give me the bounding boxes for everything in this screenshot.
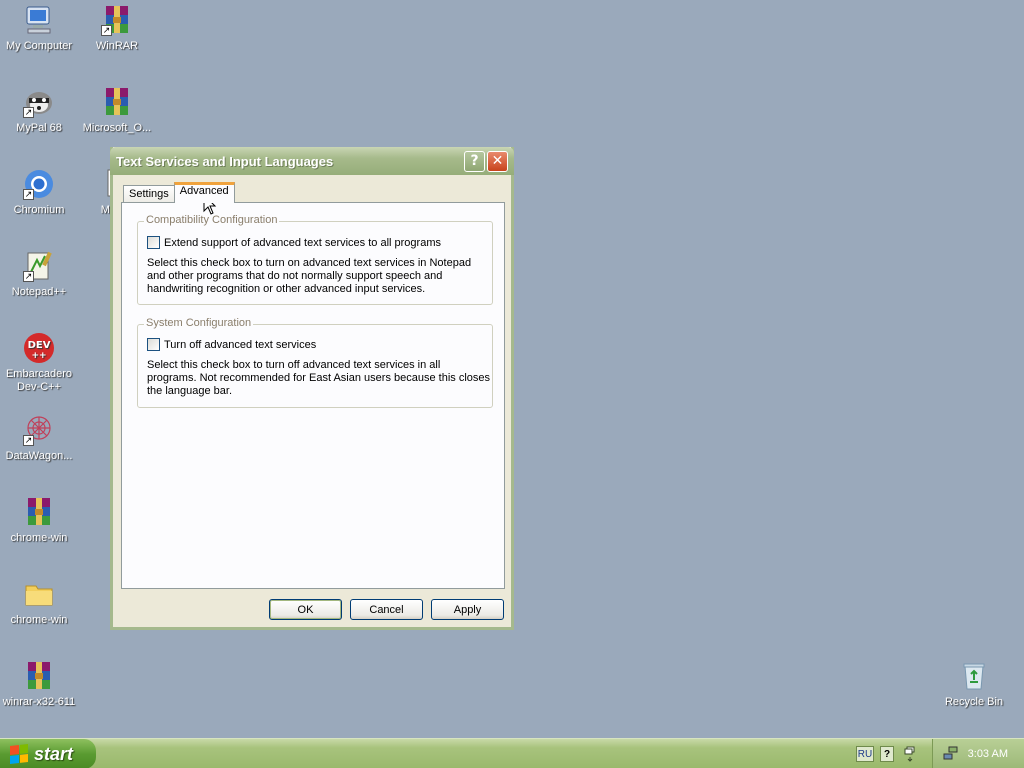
desktop-icon-mypal[interactable]: ↗ MyPal 68 (0, 86, 78, 135)
tab-settings[interactable]: Settings (123, 185, 175, 203)
turn-off-checkbox-row[interactable]: Turn off advanced text services (147, 338, 316, 351)
extend-support-checkbox-row[interactable]: Extend support of advanced text services… (147, 236, 441, 249)
desktop-icon-label: Microsoft_O... (82, 122, 152, 134)
desktop-icon-label: chrome-win (10, 614, 68, 626)
desktop-icon-label: Embarcadero Dev-C++ (5, 368, 73, 393)
mypal-icon: ↗ (23, 86, 55, 118)
shortcut-arrow-icon: ↗ (23, 107, 34, 118)
tab-strip: Settings Advanced (123, 182, 235, 203)
shortcut-arrow-icon: ↗ (101, 25, 112, 36)
dialog-title: Text Services and Input Languages (116, 153, 334, 169)
system-groupbox: System Configuration Turn off advanced t… (137, 317, 493, 408)
computer-icon (23, 4, 55, 36)
desktop-icon-recycle-bin[interactable]: Recycle Bin (935, 660, 1013, 709)
desktop-icon-label: winrar-x32-611 (2, 696, 76, 708)
start-label: start (34, 743, 74, 764)
desktop-icon-label: Recycle Bin (944, 696, 1004, 708)
system-legend: System Configuration (144, 317, 254, 329)
compatibility-groupbox: Compatibility Configuration Extend suppo… (137, 214, 493, 305)
language-bar-help-icon[interactable]: ? (880, 746, 894, 762)
desktop-icon-label: DataWagon... (5, 450, 73, 462)
taskbar: start RU ? 3:03 AM (0, 738, 1024, 768)
desktop-icon-chrome-win-folder[interactable]: chrome-win (0, 578, 78, 627)
shortcut-arrow-icon: ↗ (23, 189, 34, 200)
advanced-tab-panel: Compatibility Configuration Extend suppo… (121, 202, 505, 589)
turn-off-label[interactable]: Turn off advanced text services (164, 339, 316, 351)
desktop-icon-my-computer[interactable]: My Computer (0, 4, 78, 53)
folder-icon (23, 578, 55, 610)
devcpp-icon: DEV ++ (23, 332, 55, 364)
desktop-icon-label: MyPal 68 (16, 122, 62, 134)
datawagon-icon: ↗ (23, 414, 55, 446)
shortcut-arrow-icon: ↗ (23, 435, 34, 446)
extend-support-label[interactable]: Extend support of advanced text services… (164, 237, 441, 249)
help-button[interactable]: ? (464, 150, 485, 172)
desktop-icon-winrar[interactable]: ↗ WinRAR (78, 4, 156, 53)
clock[interactable]: 3:03 AM (968, 748, 1008, 760)
dev-icon-text: DEV (28, 340, 51, 351)
winrar-icon (101, 86, 133, 118)
notepadpp-icon: ↗ (23, 250, 55, 282)
desktop-icon-notepadpp[interactable]: ↗ Notepad++ (0, 250, 78, 299)
tab-advanced[interactable]: Advanced (173, 182, 235, 203)
svg-text:++: ++ (31, 351, 46, 361)
text-services-dialog: Text Services and Input Languages ? ✕ Se… (110, 147, 514, 630)
compatibility-description: Select this check box to turn on advance… (147, 257, 472, 295)
desktop-icon-microsoft-office[interactable]: Microsoft_O... (78, 86, 156, 135)
desktop-icon-chromium[interactable]: ↗ Chromium (0, 168, 78, 217)
network-icon[interactable] (943, 745, 959, 764)
close-button[interactable]: ✕ (487, 150, 508, 172)
winrar-icon: ↗ (101, 4, 133, 36)
desktop-icon-winrar-installer[interactable]: winrar-x32-611 (0, 660, 78, 709)
extend-support-checkbox[interactable] (147, 236, 160, 249)
system-tray: 3:03 AM (932, 739, 1024, 768)
windows-logo-icon (10, 744, 28, 764)
desktop-icon-label: WinRAR (95, 40, 139, 52)
system-description: Select this check box to turn off advanc… (147, 359, 490, 397)
winrar-icon (23, 496, 55, 528)
desktop-icon-label: chrome-win (10, 532, 68, 544)
start-button[interactable]: start (0, 739, 96, 768)
dialog-titlebar[interactable]: Text Services and Input Languages ? ✕ (110, 147, 514, 175)
desktop-icon-label: My Computer (5, 40, 73, 52)
turn-off-checkbox[interactable] (147, 338, 160, 351)
desktop-icon-devcpp[interactable]: DEV ++ Embarcadero Dev-C++ (0, 332, 78, 394)
desktop-icon-chrome-win-archive[interactable]: chrome-win (0, 496, 78, 545)
desktop-icon-datawagon[interactable]: ↗ DataWagon... (0, 414, 78, 463)
chromium-icon: ↗ (23, 168, 55, 200)
language-indicator[interactable]: RU (856, 746, 874, 762)
shortcut-arrow-icon: ↗ (23, 271, 34, 282)
recycle-bin-icon (958, 660, 990, 692)
cancel-button[interactable]: Cancel (350, 599, 423, 620)
winrar-icon (23, 660, 55, 692)
ok-button[interactable]: OK (269, 599, 342, 620)
desktop-icon-label: Chromium (13, 204, 65, 216)
apply-button[interactable]: Apply (431, 599, 504, 620)
desktop-icon-label: Notepad++ (11, 286, 67, 298)
restore-language-bar-icon[interactable] (904, 746, 916, 762)
